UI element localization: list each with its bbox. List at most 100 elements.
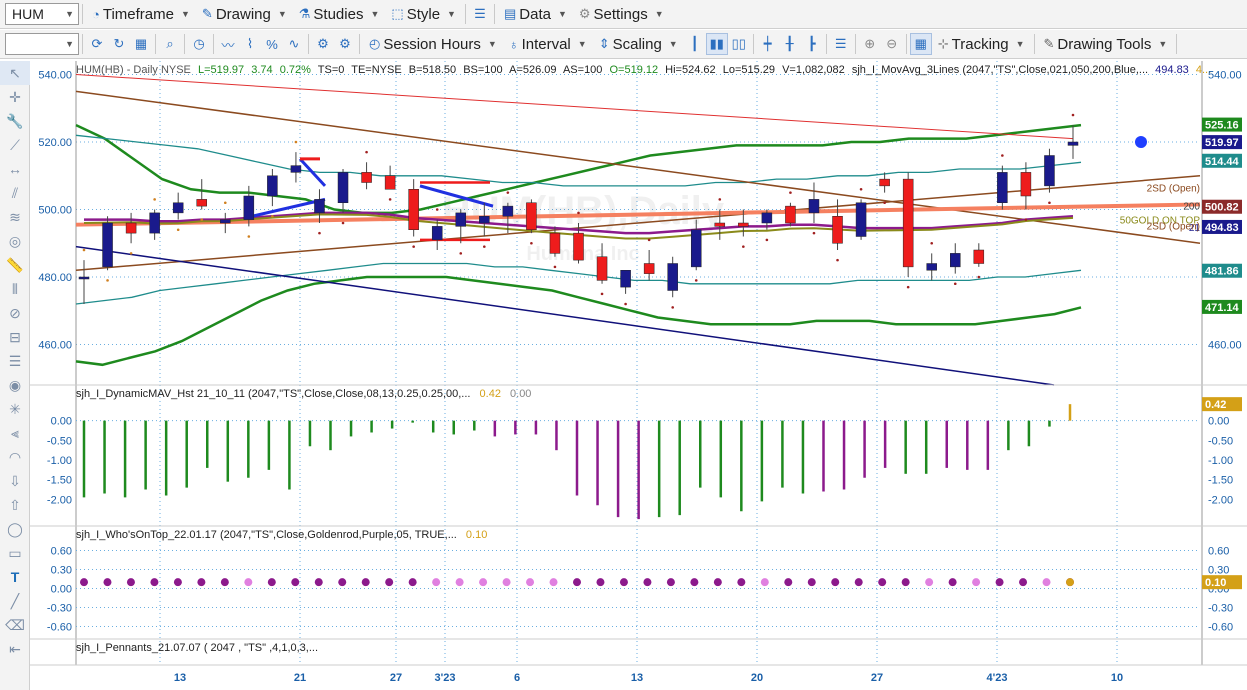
hlc-icon[interactable]: ╂ <box>779 33 801 55</box>
refresh-icon[interactable]: ⟳ <box>86 33 108 55</box>
candle-body <box>1067 141 1079 146</box>
wot-dot <box>925 578 934 587</box>
eraser-icon[interactable]: ⌫ <box>0 613 30 637</box>
candle-body <box>738 222 749 227</box>
horizontal-arrows-icon[interactable]: ↔ <box>0 157 30 181</box>
wot-dot <box>408 578 417 587</box>
ohlc-icon[interactable]: ┿ <box>757 33 779 55</box>
session-hours-menu[interactable]: ◴ Session Hours ▼ <box>363 33 503 55</box>
wrench-icon[interactable]: 🔧 <box>0 109 30 133</box>
grid-icon[interactable]: ▦ <box>130 33 152 55</box>
signal-dot <box>176 228 180 232</box>
reload-icon[interactable]: ↻ <box>108 33 130 55</box>
arrow-down-icon[interactable]: ⇩ <box>0 469 30 493</box>
timeframe-menu[interactable]: ◔ Timeframe ▼ <box>86 3 196 25</box>
signal-dot <box>223 201 227 205</box>
wot-dot <box>784 578 793 587</box>
arrow-up-icon[interactable]: ⇧ <box>0 493 30 517</box>
settings-menu[interactable]: ⚙ Settings ▼ <box>573 3 670 25</box>
symbol-input[interactable]: HUM ▼ <box>5 3 79 25</box>
signal-dot <box>459 252 463 255</box>
drawing-tools-menu[interactable]: ✎ Drawing Tools ▼ <box>1038 33 1174 55</box>
wot-left-tick: -0.30 <box>47 603 72 615</box>
signal-dot <box>577 211 580 215</box>
scaling-label: Scaling <box>612 35 662 53</box>
style-icon: ⬚ <box>391 6 404 21</box>
crosshair-icon: ⊹ <box>937 36 949 51</box>
panes-icon[interactable]: ☰ <box>830 33 852 55</box>
mav-left-tick: 0.00 <box>51 416 72 428</box>
left-price-tick: 480.00 <box>38 272 72 284</box>
gann-icon[interactable]: ⊘ <box>0 301 30 325</box>
target-icon[interactable]: ◉ <box>0 373 30 397</box>
properties-icon[interactable]: ⚙ <box>334 33 356 55</box>
speedometer-icon[interactable]: ◷ <box>188 33 210 55</box>
scaling-menu[interactable]: ⇕ Scaling ▼ <box>593 33 684 55</box>
hollow-candle-icon[interactable]: ▯▯ <box>728 33 750 55</box>
header-symbol: HUM(HB) - Daily NYSE <box>76 64 191 76</box>
candle-body <box>832 216 843 244</box>
signal-dot <box>624 302 627 306</box>
parallel-lines-icon[interactable]: ≋ <box>0 205 30 229</box>
green-lower-band <box>75 275 1082 367</box>
dynamic-mav-value2: 0.00 <box>510 388 531 400</box>
drawing-tool-strip: ↖ ✛ 🔧 ⟋ ↔ ⫽ ≋ ◎ 📏 ⦀ ⊘ ⊟ ☰ ◉ ✳ ⫷ ◠ ⇩ ⇧ ◯ … <box>0 61 30 690</box>
zoom-search-icon[interactable]: ⌕ <box>159 33 181 55</box>
tick-bar-icon[interactable]: ┣ <box>801 33 823 55</box>
signal-dot <box>530 241 533 245</box>
wot-dot <box>455 578 464 587</box>
header-study: sjh_I_MovAvg_3Lines (2047,"TS",Close,021… <box>852 64 1148 76</box>
freehand-icon[interactable]: ╱ <box>0 589 30 613</box>
pennants-title: sjh_I_Pennants_21.07.07 ( 2047 , "TS" ,4… <box>76 642 318 654</box>
data-grid-icon[interactable]: ▦ <box>909 33 932 55</box>
ruler-icon[interactable]: 📏 <box>0 253 30 277</box>
tilde-icon[interactable]: ∿ <box>283 33 305 55</box>
speed-lines-icon[interactable]: ⫷ <box>0 421 30 445</box>
wot-right-tick: 0.30 <box>1208 565 1229 577</box>
main-toolbar: HUM ▼ ◔ Timeframe ▼ ✎ Drawing ▼ ⚗ Studies ▼ ⬚ S… <box>0 0 1247 29</box>
bar-chart-icon[interactable]: ┃ <box>684 33 706 55</box>
trendline-icon[interactable]: ⟋ <box>0 133 30 157</box>
text-tool-icon[interactable]: T <box>0 565 30 589</box>
signal-dot <box>718 198 722 201</box>
rectangle-icon[interactable]: ▭ <box>0 541 30 565</box>
tracking-menu[interactable]: ⊹ Tracking ▼ <box>932 33 1031 55</box>
mav-right-tick: 0.00 <box>1208 416 1229 428</box>
zoom-in-icon[interactable]: ⊕ <box>859 33 881 55</box>
price-badge-text: 494.83 <box>1205 222 1239 234</box>
channel-icon[interactable]: ⫽ <box>0 181 30 205</box>
interval-icon: ♁ <box>508 36 519 52</box>
retracement-icon[interactable]: ☰ <box>0 349 30 373</box>
line-chart-icon[interactable]: 〰 <box>217 33 239 55</box>
chevron-down-icon: ▼ <box>487 39 497 49</box>
zoom-out-icon[interactable]: ⊖ <box>881 33 903 55</box>
drawing-menu[interactable]: ✎ Drawing ▼ <box>196 3 293 25</box>
studies-menu[interactable]: ⚗ Studies ▼ <box>293 3 386 25</box>
layout-icon[interactable]: ☰ <box>469 3 491 25</box>
candlestick-icon[interactable]: ▮▮ <box>705 33 728 55</box>
wot-dot <box>690 578 699 587</box>
cycle-icon[interactable]: ◎ <box>0 229 30 253</box>
price-chart[interactable]: HUM(HB) - Daily NYSE L=519.97 3.74 0.72%… <box>30 61 1247 690</box>
fib-icon[interactable]: ⊟ <box>0 325 30 349</box>
mav-right-tick: -2.00 <box>1208 494 1233 506</box>
pointer-icon[interactable]: ↖ <box>0 61 30 85</box>
crosshair-tool-icon[interactable]: ✛ <box>0 85 30 109</box>
interval-menu[interactable]: ♁ Interval ▼ <box>503 33 593 55</box>
x-axis-label: 13 <box>174 672 186 684</box>
arc-icon[interactable]: ◠ <box>0 445 30 469</box>
candle-body <box>997 172 1008 203</box>
ellipse-icon[interactable]: ◯ <box>0 517 30 541</box>
percent-icon[interactable]: % <box>261 33 283 55</box>
data-menu[interactable]: ▤ Data ▼ <box>498 3 573 25</box>
dynamic-mav-bars: 0.00 0.00 -0.50 -0.50 -1.00 -1.00 -1.50 -1.50 -2… <box>47 397 1242 520</box>
wot-dot <box>901 578 910 587</box>
style-menu[interactable]: ⬚ Style ▼ <box>385 3 462 25</box>
fan-icon[interactable]: ✳ <box>0 397 30 421</box>
collapse-left-icon[interactable]: ⇤ <box>0 637 30 661</box>
area-chart-icon[interactable]: ⌇ <box>239 33 261 55</box>
vertical-lines-icon[interactable]: ⦀ <box>0 277 30 301</box>
interval-combo[interactable]: ▼ <box>5 33 79 55</box>
settings-cog-icon[interactable]: ⚙ <box>312 33 334 55</box>
candle-body <box>902 178 914 268</box>
